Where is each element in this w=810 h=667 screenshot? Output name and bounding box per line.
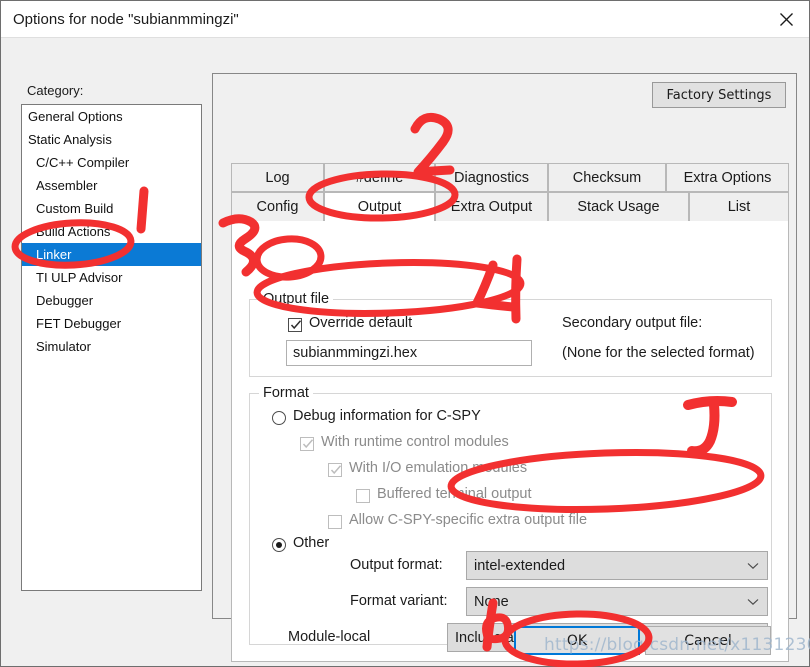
format-group: Format Debug information for C-SPY With … (249, 385, 772, 652)
other-format-radio[interactable] (272, 538, 286, 552)
format-group-title: Format (259, 385, 313, 401)
sidebar-item-debugger[interactable]: Debugger (22, 289, 201, 312)
tab-log[interactable]: Log (231, 163, 324, 192)
sidebar-item-build-actions[interactable]: Build Actions (22, 220, 201, 243)
allow-cspy-extra-output-label: Allow C-SPY-specific extra output file (349, 512, 588, 528)
tab-list[interactable]: List (689, 192, 789, 221)
sidebar-item-custom-build[interactable]: Custom Build (22, 197, 201, 220)
factory-settings-button[interactable]: Factory Settings (652, 82, 786, 108)
tab-strip: Log #define Diagnostics Checksum Extra O… (231, 163, 789, 221)
output-filename-input[interactable]: subianmmingzi.hex (286, 340, 532, 366)
sidebar-item-c-cpp-compiler[interactable]: C/C++ Compiler (22, 151, 201, 174)
title-bar: Options for node "subianmmingzi" (1, 1, 809, 38)
output-format-value: intel-extended (474, 557, 566, 574)
module-local-value: Include all (455, 629, 521, 646)
category-label: Category: (27, 83, 84, 98)
override-default-checkbox[interactable] (288, 318, 302, 332)
tab-define[interactable]: #define (324, 163, 435, 192)
sidebar-item-fet-debugger[interactable]: FET Debugger (22, 312, 201, 335)
with-runtime-control-modules-checkbox[interactable] (300, 437, 314, 451)
format-variant-label: Format variant: (350, 593, 448, 609)
tab-diagnostics[interactable]: Diagnostics (435, 163, 548, 192)
secondary-output-label: Secondary output file: (562, 315, 703, 331)
tab-row-1: Log #define Diagnostics Checksum Extra O… (231, 163, 789, 192)
chevron-down-icon (747, 598, 759, 605)
cancel-button[interactable]: Cancel (645, 626, 771, 655)
format-variant-value: None (474, 593, 509, 610)
other-format-radio-dot (276, 542, 282, 548)
debug-info-radio[interactable] (272, 411, 286, 425)
tab-output[interactable]: Output (324, 192, 435, 221)
sidebar-item-static-analysis[interactable]: Static Analysis (22, 128, 201, 151)
close-icon[interactable] (763, 1, 809, 37)
sidebar-item-assembler[interactable]: Assembler (22, 174, 201, 197)
buffered-terminal-output-label: Buffered terminal output (377, 486, 532, 502)
sidebar-item-simulator[interactable]: Simulator (22, 335, 201, 358)
other-format-label: Other (293, 535, 330, 551)
module-local-label: Module-local (288, 629, 371, 645)
category-list[interactable]: General Options Static Analysis C/C++ Co… (21, 104, 202, 591)
allow-cspy-extra-output-checkbox[interactable] (328, 515, 342, 529)
options-panel: Factory Settings Log #define Diagnostics… (212, 73, 797, 662)
tab-extra-options[interactable]: Extra Options (666, 163, 789, 192)
tab-row-2: Config Output Extra Output Stack Usage L… (231, 192, 789, 221)
sidebar-item-linker[interactable]: Linker (22, 243, 201, 266)
debug-info-label: Debug information for C-SPY (293, 408, 481, 424)
chevron-down-icon (747, 562, 759, 569)
output-tab-pane: Output file Override default subianmming… (231, 221, 789, 662)
output-file-group: Output file Override default subianmming… (249, 291, 772, 377)
tab-stack-usage[interactable]: Stack Usage (548, 192, 689, 221)
output-format-dropdown[interactable]: intel-extended (466, 551, 768, 580)
format-variant-dropdown[interactable]: None (466, 587, 768, 616)
buffered-terminal-output-checkbox[interactable] (356, 489, 370, 503)
output-file-group-title: Output file (259, 291, 334, 307)
override-default-label: Override default (309, 315, 413, 331)
page-title: Options for node "subianmmingzi" (13, 11, 239, 28)
options-dialog: Options for node "subianmmingzi" Categor… (0, 0, 810, 667)
secondary-output-value: (None for the selected format) (562, 345, 755, 361)
sidebar-item-ti-ulp-advisor[interactable]: TI ULP Advisor (22, 266, 201, 289)
tab-extra-output[interactable]: Extra Output (435, 192, 548, 221)
sidebar-item-general-options[interactable]: General Options (22, 105, 201, 128)
output-filename-value: subianmmingzi.hex (293, 345, 418, 361)
output-format-label: Output format: (350, 557, 443, 573)
with-io-emulation-modules-label: With I/O emulation modules (349, 460, 528, 476)
ok-button[interactable]: OK (514, 626, 640, 655)
with-runtime-control-modules-label: With runtime control modules (321, 434, 509, 450)
tab-config[interactable]: Config (231, 192, 324, 221)
tab-checksum[interactable]: Checksum (548, 163, 666, 192)
with-io-emulation-modules-checkbox[interactable] (328, 463, 342, 477)
